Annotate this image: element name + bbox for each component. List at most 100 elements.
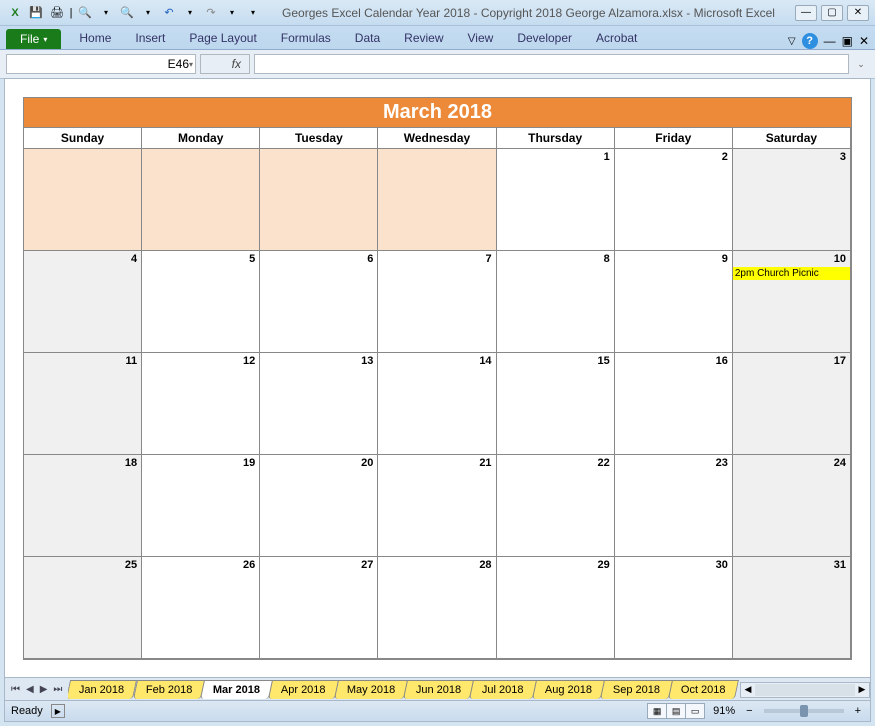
ribbon-tab-home[interactable]: Home [67,27,123,49]
calendar-cell[interactable]: 18 [24,455,142,557]
calendar-cell[interactable]: 19 [142,455,260,557]
sheet-nav-next-icon[interactable]: ▶ [38,684,50,695]
calendar-cell[interactable]: 5 [142,251,260,353]
calendar-cell[interactable] [260,149,378,251]
calendar-cell[interactable]: 7 [378,251,496,353]
sheet-tab[interactable]: Sep 2018 [600,680,673,699]
sheet-tab[interactable]: May 2018 [334,680,408,699]
minimize-button[interactable]: — [795,5,817,21]
calendar-cell[interactable]: 6 [260,251,378,353]
calendar-cell[interactable]: 102pm Church Picnic [733,251,851,353]
calendar-cell[interactable]: 8 [497,251,615,353]
calendar-cell[interactable]: 26 [142,557,260,659]
doc-minimize-icon[interactable]: — [824,34,836,48]
calendar-cell[interactable]: 21 [378,455,496,557]
binoculars-icon[interactable]: 🔍 [118,4,136,22]
macro-record-icon[interactable]: ▶ [51,704,65,718]
ribbon-tab-insert[interactable]: Insert [123,27,177,49]
calendar-cell[interactable]: 22 [497,455,615,557]
calendar-cell[interactable] [24,149,142,251]
sheet-tab[interactable]: Apr 2018 [268,680,339,699]
sheet-tab[interactable]: Jan 2018 [68,680,137,699]
undo-icon[interactable]: ↶ [160,4,178,22]
zoom-out-button[interactable]: − [743,705,755,717]
zoom-slider[interactable] [764,709,844,713]
formula-input[interactable] [254,54,849,74]
calendar-cell[interactable]: 2 [615,149,733,251]
calendar-cell[interactable]: 28 [378,557,496,659]
calendar-cell[interactable] [142,149,260,251]
maximize-button[interactable]: ▢ [821,5,843,21]
view-normal-icon[interactable]: ▦ [647,703,667,719]
calendar-cell[interactable]: 9 [615,251,733,353]
calendar-cell[interactable]: 29 [497,557,615,659]
sheet-nav-first-icon[interactable]: ⏮ [9,684,22,695]
horizontal-scrollbar[interactable]: ◀ ▶ [740,682,870,698]
ribbon-tab-review[interactable]: Review [392,27,455,49]
sheet-tab[interactable]: Jun 2018 [403,680,474,699]
ribbon-tab-data[interactable]: Data [343,27,392,49]
redo-icon[interactable]: ↷ [202,4,220,22]
sheet-nav-last-icon[interactable]: ⏭ [51,684,64,695]
calendar-cell[interactable]: 25 [24,557,142,659]
view-page-layout-icon[interactable]: ▤ [666,703,686,719]
hscroll-right-icon[interactable]: ▶ [855,684,869,695]
sheet-nav-prev-icon[interactable]: ◀ [24,684,36,695]
zoom-slider-thumb[interactable] [800,705,808,717]
close-button[interactable]: ✕ [847,5,869,21]
ribbon-tab-developer[interactable]: Developer [505,27,584,49]
sheet-tab[interactable]: Oct 2018 [668,680,739,699]
calendar-cell[interactable]: 27 [260,557,378,659]
file-tab[interactable]: File [6,29,61,49]
calendar-cell[interactable]: 15 [497,353,615,455]
calendar-cell[interactable] [378,149,496,251]
sheet-tab-label: Feb 2018 [146,684,192,696]
print-icon[interactable]: 🖨 [48,4,66,22]
calendar-cell[interactable]: 30 [615,557,733,659]
doc-close-icon[interactable]: ✕ [859,34,869,48]
qat-customize-icon[interactable]: ▾ [244,4,262,22]
ribbon-tab-acrobat[interactable]: Acrobat [584,27,649,49]
calendar-event[interactable]: 2pm Church Picnic [733,267,850,280]
worksheet-area[interactable]: March 2018 SundayMondayTuesdayWednesdayT… [4,78,871,678]
calendar-cell[interactable]: 24 [733,455,851,557]
calendar-cell[interactable]: 31 [733,557,851,659]
ribbon-tab-page-layout[interactable]: Page Layout [177,27,268,49]
calendar-cell[interactable]: 1 [497,149,615,251]
ribbon-minimize-icon[interactable]: ▽ [788,36,796,47]
sheet-tab[interactable]: Jul 2018 [469,680,537,699]
redo-dropdown-icon[interactable]: ▾ [223,4,241,22]
sheet-tab[interactable]: Aug 2018 [532,680,605,699]
calendar-cell[interactable]: 4 [24,251,142,353]
ribbon-tab-formulas[interactable]: Formulas [269,27,343,49]
find-icon[interactable]: 🔍 [76,4,94,22]
zoom-in-button[interactable]: + [852,705,864,717]
calendar-cell[interactable]: 12 [142,353,260,455]
sheet-tab[interactable]: Mar 2018 [200,680,273,699]
name-box[interactable]: E46 ▾ [6,54,196,74]
help-icon[interactable]: ? [802,33,818,49]
calendar-cell[interactable]: 11 [24,353,142,455]
doc-restore-icon[interactable]: ▣ [842,34,853,48]
sheet-tab[interactable]: Feb 2018 [133,680,206,699]
calendar-cell[interactable]: 13 [260,353,378,455]
calendar-cell[interactable]: 23 [615,455,733,557]
save-icon[interactable]: 💾 [27,4,45,22]
calendar-cell[interactable]: 14 [378,353,496,455]
excel-icon[interactable]: X [6,4,24,22]
formula-bar-expand-icon[interactable]: ⌄ [853,59,869,70]
zoom-level[interactable]: 91% [713,705,735,717]
find-dropdown-icon[interactable]: ▾ [97,4,115,22]
fx-icon[interactable]: fx [228,57,245,71]
ribbon-tab-view[interactable]: View [456,27,506,49]
name-box-dropdown-icon[interactable]: ▾ [189,60,193,69]
hscroll-track[interactable] [755,684,855,696]
binoculars-dropdown-icon[interactable]: ▾ [139,4,157,22]
calendar-cell[interactable]: 16 [615,353,733,455]
calendar-cell[interactable]: 20 [260,455,378,557]
undo-dropdown-icon[interactable]: ▾ [181,4,199,22]
calendar-cell[interactable]: 3 [733,149,851,251]
hscroll-left-icon[interactable]: ◀ [741,684,755,695]
view-page-break-icon[interactable]: ▭ [685,703,705,719]
calendar-cell[interactable]: 17 [733,353,851,455]
